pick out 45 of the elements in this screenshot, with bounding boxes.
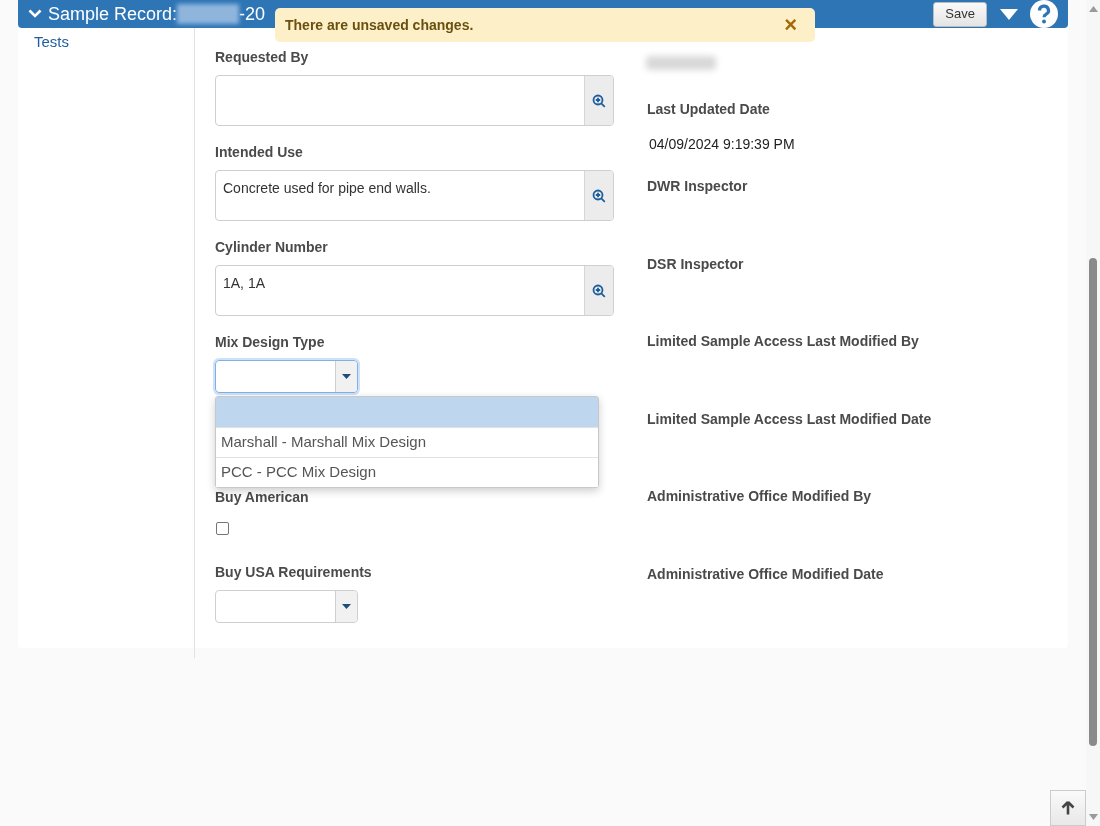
lookup-field[interactable]: 1A, 1A	[215, 265, 614, 316]
scroll-top-button[interactable]	[1050, 790, 1086, 826]
redacted-id	[177, 4, 240, 24]
zoom-in-icon	[592, 283, 606, 298]
scroll-down-icon[interactable]	[1088, 814, 1098, 820]
arrow-up-icon	[1061, 801, 1075, 815]
dropdown-field[interactable]	[215, 590, 358, 623]
field-label: Administrative Office Modified Date	[647, 564, 885, 583]
dropdown-option[interactable]: Marshall - Marshall Mix Design	[216, 427, 598, 457]
zoom-in-icon	[592, 188, 606, 203]
caret-down-icon[interactable]	[1000, 8, 1018, 20]
record-title-suffix: -20	[239, 2, 266, 26]
lookup-field[interactable]	[215, 75, 614, 126]
field-label: Limited Sample Access Last Modified Date	[647, 409, 933, 428]
field-label: Administrative Office Modified By	[647, 487, 873, 505]
close-button[interactable]: ×	[784, 14, 797, 36]
field-label: Buy USA Requirements	[215, 563, 373, 581]
field-label: Requested By	[215, 48, 310, 66]
field-label: Last Updated Date	[647, 99, 771, 118]
lookup-button[interactable]	[584, 76, 613, 125]
field-label: Cylinder Number	[215, 238, 329, 256]
zoom-in-icon	[592, 93, 606, 108]
help-icon[interactable]	[1030, 0, 1058, 28]
dropdown-option[interactable]: PCC - PCC Mix Design	[216, 457, 598, 487]
field-value: 04/09/2024 9:19:39 PM	[649, 134, 796, 154]
caret-icon	[342, 603, 351, 610]
field-label: Intended Use	[215, 143, 304, 161]
caret-icon	[342, 373, 351, 380]
checkbox[interactable]	[216, 522, 229, 535]
dropdown-field[interactable]	[215, 360, 358, 393]
field-label: Buy American	[215, 488, 310, 506]
field-label: DWR Inspector	[647, 177, 749, 195]
field-label: Mix Design Type	[215, 333, 326, 351]
field-label: DSR Inspector	[647, 254, 745, 273]
chevron-icon[interactable]	[28, 9, 42, 19]
sidebar-link[interactable]: Tests	[34, 31, 194, 54]
lookup-button[interactable]	[584, 171, 613, 220]
lookup-field[interactable]: Concrete used for pipe end walls.	[215, 170, 614, 221]
field-label: Limited Sample Access Last Modified By	[647, 332, 920, 350]
scroll-up-icon[interactable]	[1088, 6, 1098, 12]
scroll-thumb[interactable]	[1089, 258, 1097, 746]
toast-message: There are unsaved changes.	[285, 15, 475, 35]
record-title: Sample Record:	[48, 2, 178, 26]
lookup-button[interactable]	[584, 266, 613, 315]
save-button[interactable]: Save	[933, 1, 987, 27]
